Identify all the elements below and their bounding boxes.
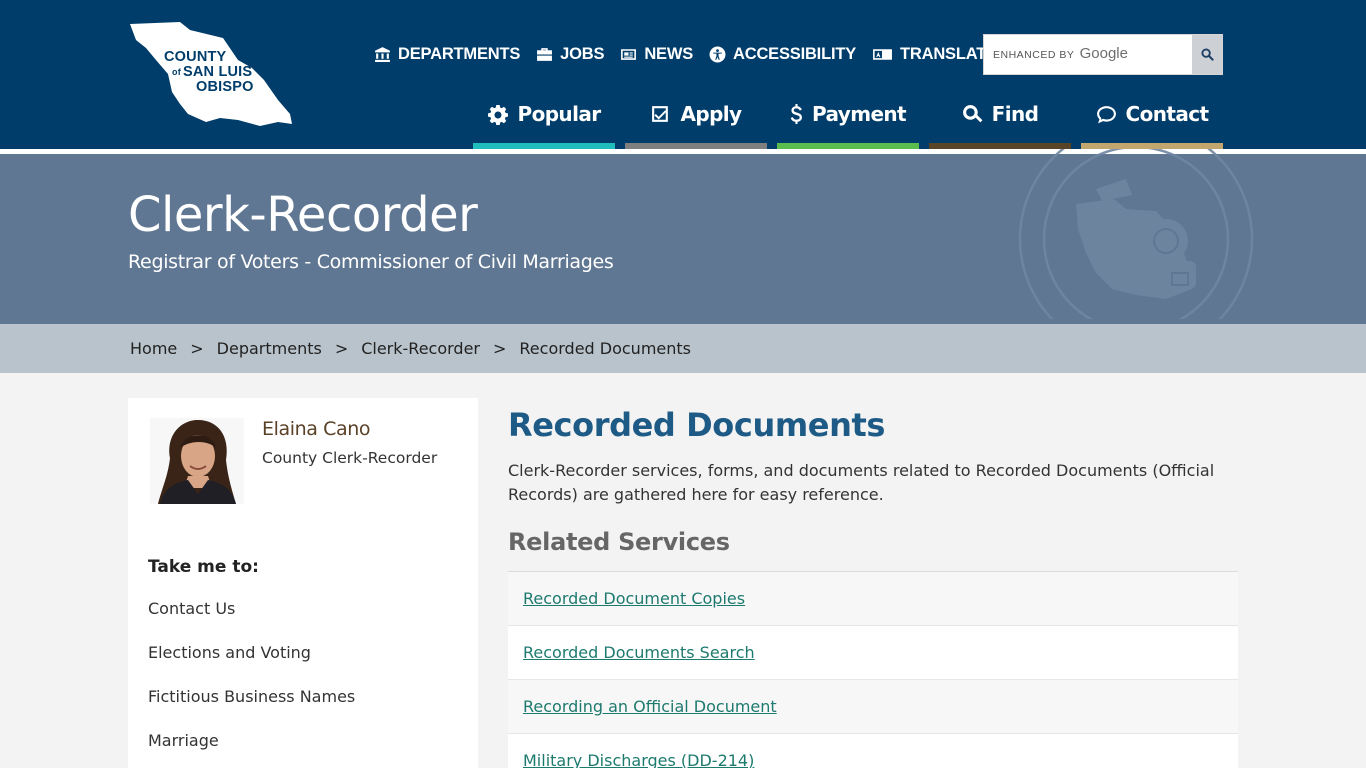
county-logo[interactable]: COUNTY of SAN LUIS OBISPO <box>128 22 294 128</box>
sidebar-links: Contact Us Elections and Voting Fictitio… <box>148 599 355 768</box>
related-link-military[interactable]: Military Discharges (DD-214) <box>523 751 754 768</box>
sidebar-link-elections[interactable]: Elections and Voting <box>148 643 355 687</box>
search-icon <box>962 104 983 122</box>
translate-icon <box>873 48 892 60</box>
county-seal-icon <box>1016 149 1256 319</box>
department-title: Clerk-Recorder <box>128 187 478 243</box>
page-hero: Clerk-Recorder Registrar of Voters - Com… <box>0 149 1366 324</box>
search-icon <box>1200 48 1214 61</box>
related-services-heading: Related Services <box>508 528 730 556</box>
breadcrumb-current: Recorded Documents <box>519 339 691 358</box>
related-link-search[interactable]: Recorded Documents Search <box>523 643 755 662</box>
util-departments[interactable]: DEPARTMENTS <box>374 45 520 64</box>
list-item: Recorded Documents Search <box>508 626 1238 680</box>
util-jobs-label: JOBS <box>560 44 605 63</box>
breadcrumb-separator: > <box>190 339 204 358</box>
page-title: Recorded Documents <box>508 406 886 444</box>
nav-contact-label: Contact <box>1125 102 1210 126</box>
breadcrumb-separator: > <box>493 339 507 358</box>
sidebar-link-fictitious-business[interactable]: Fictitious Business Names <box>148 687 355 731</box>
breadcrumb-separator: > <box>334 339 349 358</box>
dollar-icon <box>790 103 802 124</box>
nav-popular[interactable]: Popular <box>473 92 615 149</box>
nav-apply-label: Apply <box>680 102 742 126</box>
breadcrumb-departments[interactable]: Departments <box>217 339 322 358</box>
util-departments-label: DEPARTMENTS <box>398 44 521 63</box>
search-input[interactable] <box>985 36 1193 73</box>
takeme-heading: Take me to: <box>148 557 259 577</box>
list-item: Military Discharges (DD-214) <box>508 734 1238 768</box>
list-item: Recording an Official Document <box>508 680 1238 734</box>
logo-line-of: of <box>172 67 181 77</box>
related-link-recording[interactable]: Recording an Official Document <box>523 697 777 716</box>
breadcrumb-clerk-recorder[interactable]: Clerk-Recorder <box>361 339 480 358</box>
util-jobs[interactable]: JOBS <box>536 44 605 64</box>
accessibility-icon <box>709 46 726 62</box>
sidebar-link-contact-us[interactable]: Contact Us <box>148 599 355 643</box>
related-services-list: Recorded Document Copies Recorded Docume… <box>508 571 1238 768</box>
related-link-copies[interactable]: Recorded Document Copies <box>523 589 745 608</box>
list-item: Recorded Document Copies <box>508 572 1238 626</box>
nav-apply[interactable]: Apply <box>625 92 767 149</box>
official-name: Elaina Cano <box>262 418 371 440</box>
util-accessibility[interactable]: ACCESSIBILITY <box>709 45 856 64</box>
util-accessibility-label: ACCESSIBILITY <box>733 44 857 63</box>
nav-popular-label: Popular <box>517 102 602 126</box>
breadcrumb-home[interactable]: Home <box>130 339 177 358</box>
logo-line-obispo: OBISPO <box>196 79 254 95</box>
site-header: COUNTY of SAN LUIS OBISPO DEPARTMENTS JO… <box>0 0 1366 149</box>
nav-find-label: Find <box>991 102 1039 126</box>
main-nav: Popular Apply Payment Find Contact <box>473 92 1223 149</box>
logo-line-san-luis: SAN LUIS <box>183 64 253 80</box>
newspaper-icon <box>621 48 637 60</box>
search-button[interactable] <box>1192 35 1222 74</box>
department-subtitle: Registrar of Voters - Commissioner of Ci… <box>128 251 614 273</box>
gear-icon <box>487 104 508 125</box>
official-role: County Clerk-Recorder <box>262 449 438 467</box>
site-search: ENHANCED BY Google <box>983 34 1223 75</box>
sidebar-link-marriage[interactable]: Marriage <box>148 731 355 768</box>
briefcase-icon <box>537 47 553 61</box>
building-icon <box>375 46 390 62</box>
nav-contact[interactable]: Contact <box>1081 92 1223 149</box>
official-photo <box>150 418 244 504</box>
util-translate[interactable]: TRANSLATE <box>872 45 997 64</box>
page-intro: Clerk-Recorder services, forms, and docu… <box>508 461 1215 504</box>
chat-bubble-icon <box>1096 105 1116 123</box>
nav-payment[interactable]: Payment <box>777 92 919 149</box>
breadcrumb: Home > Departments > Clerk-Recorder > Re… <box>0 324 1366 373</box>
sidebar: Elaina Cano County Clerk-Recorder Take m… <box>128 398 478 768</box>
nav-find[interactable]: Find <box>929 92 1071 149</box>
checkbox-icon <box>652 105 669 122</box>
util-news[interactable]: NEWS <box>620 45 693 64</box>
util-news-label: NEWS <box>644 44 694 63</box>
logo-line-county: COUNTY <box>164 49 227 65</box>
nav-payment-label: Payment <box>811 102 907 126</box>
utility-nav: DEPARTMENTS JOBS NEWS ACCESSIBILITY TRAN… <box>374 43 1013 65</box>
